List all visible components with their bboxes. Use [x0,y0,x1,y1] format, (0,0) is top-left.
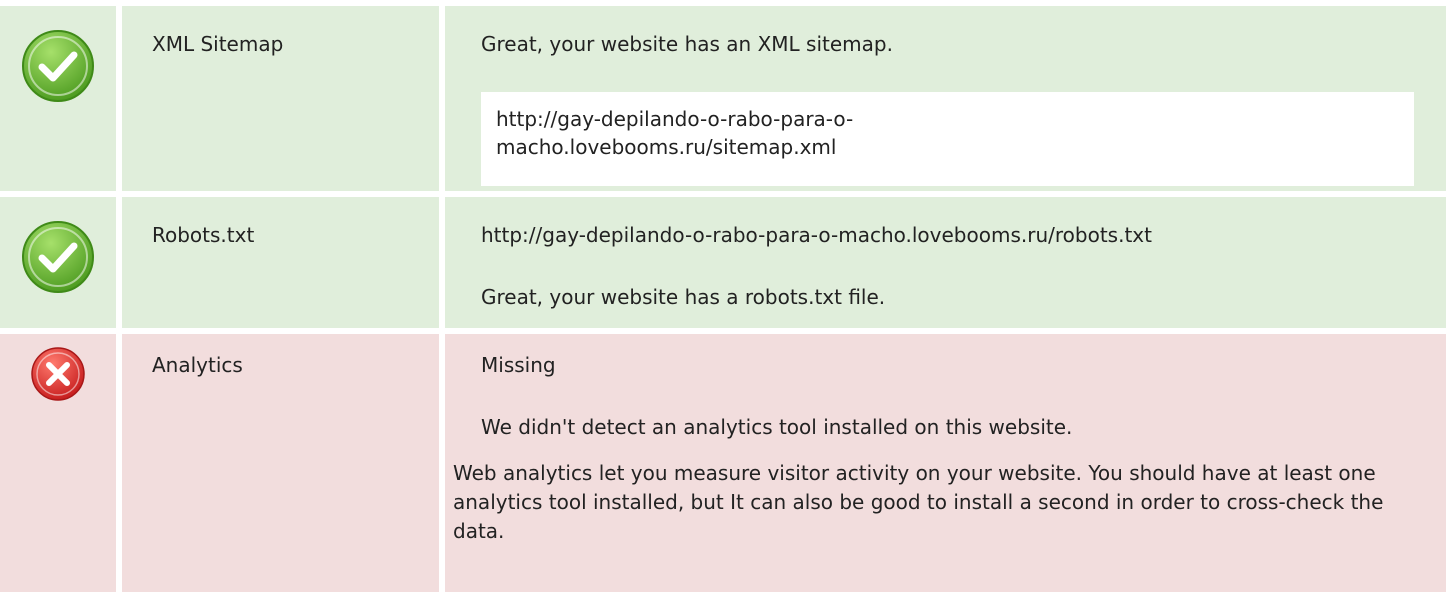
label-cell: Analytics [122,334,439,592]
result-row-robots: Robots.txt http://gay-depilando-o-rabo-p… [0,197,1446,328]
sitemap-url-box: http://gay-depilando-o-rabo-para-o- mach… [481,92,1414,186]
status-cell [0,6,116,191]
status-cell [0,334,116,592]
analytics-description: Web analytics let you measure visitor ac… [453,461,1384,543]
status-message: Great, your website has a robots.txt fil… [481,285,886,309]
check-label: Analytics [152,353,243,377]
check-label: XML Sitemap [152,32,284,56]
check-icon [22,30,94,102]
result-row-analytics: Analytics Missing We didn't detect an an… [0,334,1446,592]
label-cell: XML Sitemap [122,6,439,191]
robots-url: http://gay-depilando-o-rabo-para-o-macho… [481,223,1152,247]
sitemap-url-line-2: macho.lovebooms.ru/sitemap.xml [496,135,837,159]
status-message: Great, your website has an XML sitemap. [481,32,893,56]
status-cell [0,197,116,328]
result-row-xml-sitemap: XML Sitemap Great, your website has an X… [0,6,1446,191]
details-cell: http://gay-depilando-o-rabo-para-o-macho… [445,197,1446,328]
status-state: Missing [481,353,556,377]
check-label: Robots.txt [152,223,255,247]
cross-icon [31,347,85,401]
check-icon [22,221,94,293]
label-cell: Robots.txt [122,197,439,328]
sitemap-url-line-1: http://gay-depilando-o-rabo-para-o- [496,107,854,131]
details-cell: Missing We didn't detect an analytics to… [445,334,1446,592]
status-message: We didn't detect an analytics tool insta… [481,415,1073,439]
details-cell: Great, your website has an XML sitemap. … [445,6,1446,191]
